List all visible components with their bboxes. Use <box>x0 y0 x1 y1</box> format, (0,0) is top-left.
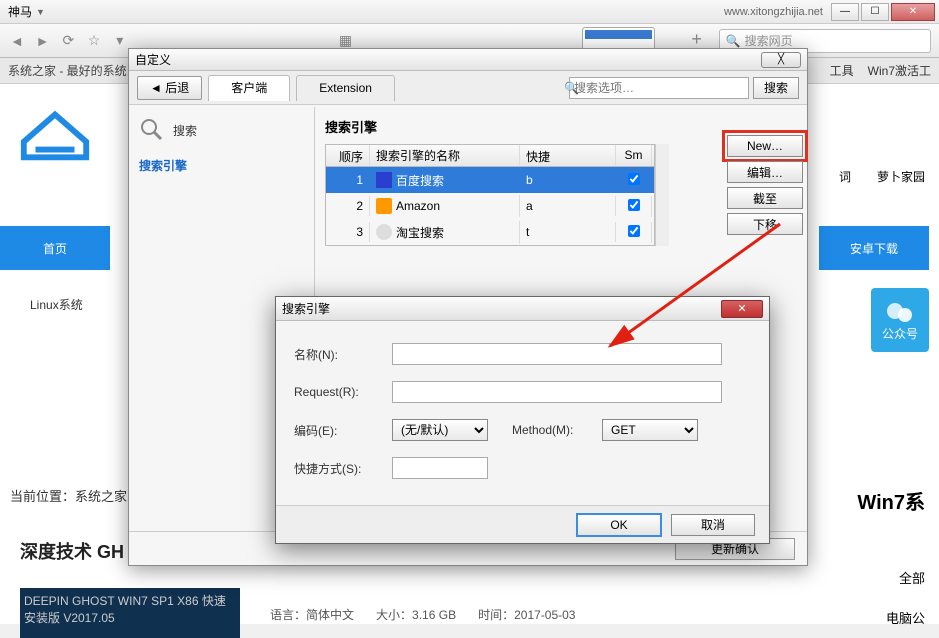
nav-android-button[interactable]: 安卓下载 <box>819 226 929 270</box>
modal-close-button[interactable]: ✕ <box>721 300 763 318</box>
sidebar-link-search-engines[interactable]: 搜索引擎 <box>139 157 304 174</box>
col-key[interactable]: 快捷 <box>520 145 616 166</box>
smart-checkbox[interactable] <box>628 199 640 211</box>
maximize-button[interactable]: ☐ <box>861 3 889 21</box>
search-icon: 🔍 <box>726 34 741 48</box>
sidebar-link[interactable]: 全部 <box>899 568 925 587</box>
label-encoding: 编码(E): <box>294 422 392 439</box>
magnifier-icon <box>139 117 165 143</box>
window-close-button[interactable]: ✕ <box>891 3 935 21</box>
sidebar-heading: Win7系 <box>857 486 925 515</box>
dialog-titlebar[interactable]: 自定义 ╳ <box>129 49 807 71</box>
tab-client[interactable]: 客户端 <box>208 75 290 101</box>
section-heading: 搜索引擎 <box>325 117 797 136</box>
method-select[interactable]: GET <box>602 419 698 441</box>
search-engines-table: 顺序 搜索引擎的名称 快捷 Sm 1 百度搜索 b 2 Amazon <box>325 144 655 246</box>
article-thumbnail[interactable]: DEEPIN GHOST WIN7 SP1 X86 快速安装版 V2017.05 <box>20 588 240 638</box>
baidu-icon <box>376 172 392 188</box>
page-link[interactable]: 萝卜家园 <box>877 168 925 185</box>
taobao-icon <box>376 224 392 240</box>
edit-button[interactable]: 编辑… <box>727 161 803 183</box>
sidebar-heading: 搜索 <box>139 117 304 143</box>
nav-home-button[interactable]: 首页 <box>0 226 110 270</box>
article-meta: 语言：简体中文 大小：3.16 GB 时间：2017-05-03 <box>270 606 575 623</box>
dialog-tabstrip: ◄ 后退 客户端 Extension 🔍 搜索 <box>129 71 807 105</box>
name-field[interactable] <box>392 343 722 365</box>
url-display: www.xitongzhijia.net <box>724 6 823 18</box>
wechat-widget[interactable]: 公众号 <box>871 288 929 352</box>
modal-titlebar[interactable]: 搜索引擎 ✕ <box>276 297 769 321</box>
label-name: 名称(N): <box>294 346 392 363</box>
ok-button[interactable]: OK <box>577 514 661 536</box>
search-placeholder: 搜索网页 <box>745 32 793 49</box>
amazon-icon <box>376 198 392 214</box>
dropdown-icon[interactable]: ▼ <box>36 7 45 17</box>
label-method: Method(M): <box>512 423 602 437</box>
request-field[interactable] <box>392 381 722 403</box>
bookmark-icon[interactable]: ☆ <box>85 30 103 52</box>
label-shortcut: 快捷方式(S): <box>294 460 392 477</box>
movedown-button[interactable]: 下移 <box>727 213 803 235</box>
window-title: 神马 <box>8 3 32 20</box>
window-titlebar: 神马 ▼ www.xitongzhijia.net — ☐ ✕ <box>0 0 939 24</box>
smart-checkbox[interactable] <box>628 225 640 237</box>
smart-checkbox[interactable] <box>628 173 640 185</box>
col-seq[interactable]: 顺序 <box>326 145 370 166</box>
page-tab[interactable]: 工具 <box>830 62 854 79</box>
table-row[interactable]: 2 Amazon a <box>326 193 654 219</box>
wechat-icon <box>885 299 915 325</box>
site-logo-icon <box>16 102 94 162</box>
col-name[interactable]: 搜索引擎的名称 <box>370 145 520 166</box>
encoding-select[interactable]: (无/默认) <box>392 419 488 441</box>
dialog-close-button[interactable]: ╳ <box>761 52 801 68</box>
table-row[interactable]: 1 百度搜索 b <box>326 167 654 193</box>
dropdown-icon[interactable]: ▾ <box>111 30 129 52</box>
table-header: 顺序 搜索引擎的名称 快捷 Sm <box>326 145 654 167</box>
search-icon: 🔍 <box>564 81 579 103</box>
dialog-search-input[interactable] <box>569 77 749 99</box>
label-request: Request(R): <box>294 385 392 399</box>
page-link[interactable]: 词 <box>839 168 851 185</box>
moveup-button[interactable]: 截至 <box>727 187 803 209</box>
page-tab-title[interactable]: 系统之家 - 最好的系统 <box>8 62 127 79</box>
table-row[interactable]: 3 淘宝搜索 t <box>326 219 654 245</box>
page-tab[interactable]: Win7激活工 <box>868 62 931 79</box>
col-sm[interactable]: Sm <box>616 145 652 166</box>
modal-title: 搜索引擎 <box>282 300 330 317</box>
dialog-back-button[interactable]: ◄ 后退 <box>137 76 202 100</box>
new-button[interactable]: New… <box>727 135 803 157</box>
dialog-title: 自定义 <box>135 51 171 68</box>
table-scrollbar[interactable] <box>655 144 669 246</box>
article-title: 深度技术 GH <box>20 538 124 564</box>
back-icon[interactable]: ◄ <box>8 30 26 52</box>
shortcut-field[interactable] <box>392 457 488 479</box>
tab-extension[interactable]: Extension <box>296 75 395 101</box>
cancel-button[interactable]: 取消 <box>671 514 755 536</box>
sidebar-link[interactable]: 电脑公 <box>886 608 925 627</box>
nav-linux-link[interactable]: Linux系统 <box>0 282 113 327</box>
breadcrumb: 当前位置：系统之家 <box>10 486 127 505</box>
reload-icon[interactable]: ⟳ <box>59 30 77 52</box>
forward-icon[interactable]: ► <box>34 30 52 52</box>
minimize-button[interactable]: — <box>831 3 859 21</box>
search-engine-modal: 搜索引擎 ✕ 名称(N): Request(R): 编码(E): (无/默认) … <box>275 296 770 544</box>
dialog-search-button[interactable]: 搜索 <box>753 77 799 99</box>
